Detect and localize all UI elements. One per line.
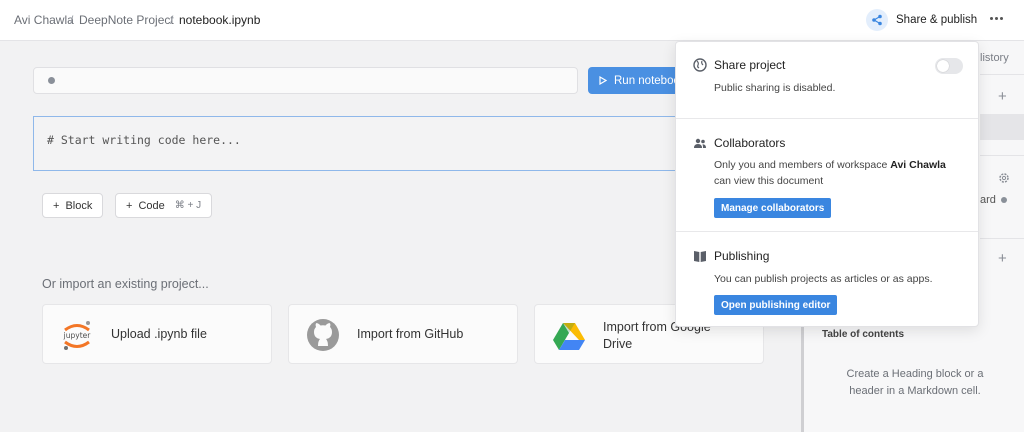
add-block-button[interactable]: + Block [42,193,104,218]
add-code-label: Code [138,199,165,212]
people-icon [694,138,706,148]
globe-icon [693,58,707,72]
workspace-name: Avi Chawla [890,159,946,171]
kernel-status-dot [48,77,55,84]
more-horizontal-icon[interactable] [990,14,1006,22]
table-of-contents-empty: Create a Heading block or a header in a … [846,368,984,397]
history-tab[interactable]: listory [980,52,1009,64]
public-sharing-toggle[interactable] [935,58,963,74]
publishing-section: Publishing You can publish projects as a… [676,231,978,327]
import-title: Or import an existing project... [42,277,209,291]
breadcrumb-separator: / [170,13,174,27]
import-github-card[interactable]: Import from GitHub [288,304,518,364]
plus-icon[interactable]: + [998,250,1007,267]
play-icon [599,76,607,85]
publishing-description: You can publish projects as articles or … [714,273,933,285]
github-icon [307,319,339,351]
selected-sidebar-item[interactable] [980,114,1024,140]
breadcrumb-project[interactable]: DeepNote Project [79,13,174,27]
share-icon [866,9,888,31]
share-project-section: Share project Public sharing is disabled… [676,42,978,118]
svg-text:jupyter: jupyter [63,331,92,340]
divider [980,155,1024,156]
status-dot [1001,197,1007,203]
notebook-status-bar[interactable] [33,67,578,94]
plus-icon: + [53,199,60,212]
breadcrumb-workspace[interactable]: Avi Chawla [14,13,74,27]
code-cell[interactable]: # Start writing code here... [33,116,688,171]
breadcrumb-separator: / [70,13,74,27]
publishing-title: Publishing [714,249,770,263]
run-notebook-button[interactable]: Run notebook [588,67,688,94]
jupyter-icon: jupyter [63,321,92,350]
import-github-label: Import from GitHub [357,327,464,341]
upload-ipynb-card[interactable]: jupyter Upload .ipynb file [42,304,272,364]
manage-collaborators-button[interactable]: Manage collaborators [714,198,832,218]
code-cell-placeholder: # Start writing code here... [47,133,241,147]
google-drive-icon [553,323,585,350]
add-block-label: Block [65,199,93,212]
book-icon [694,251,706,262]
plus-icon: + [126,199,133,212]
open-publishing-editor-button[interactable]: Open publishing editor [714,295,838,315]
collaborators-title: Collaborators [714,136,786,150]
collaborators-description: Only you and members of workspace Avi Ch… [714,159,946,187]
share-publish-label: Share & publish [896,14,978,26]
collaborators-section: Collaborators Only you and members of wo… [676,118,978,231]
upload-ipynb-label: Upload .ipynb file [111,327,207,341]
plus-icon[interactable]: + [998,88,1007,105]
top-bar: Avi Chawla / DeepNote Project / notebook… [0,0,1024,41]
divider [980,74,1024,75]
table-of-contents-title: Table of contents [822,329,905,340]
share-project-title: Share project [714,58,786,72]
divider [980,238,1024,239]
sidebar-partial-label: ard [980,194,996,206]
breadcrumb-file: notebook.ipynb [179,13,261,27]
share-publish-button[interactable]: Share & publish [866,9,977,31]
share-publish-popup: Share project Public sharing is disabled… [675,41,979,327]
code-shortcut: ⌘ + J [174,200,202,211]
gear-icon[interactable] [998,172,1010,184]
share-project-description: Public sharing is disabled. [714,82,836,94]
add-code-button[interactable]: + Code ⌘ + J [115,193,213,218]
